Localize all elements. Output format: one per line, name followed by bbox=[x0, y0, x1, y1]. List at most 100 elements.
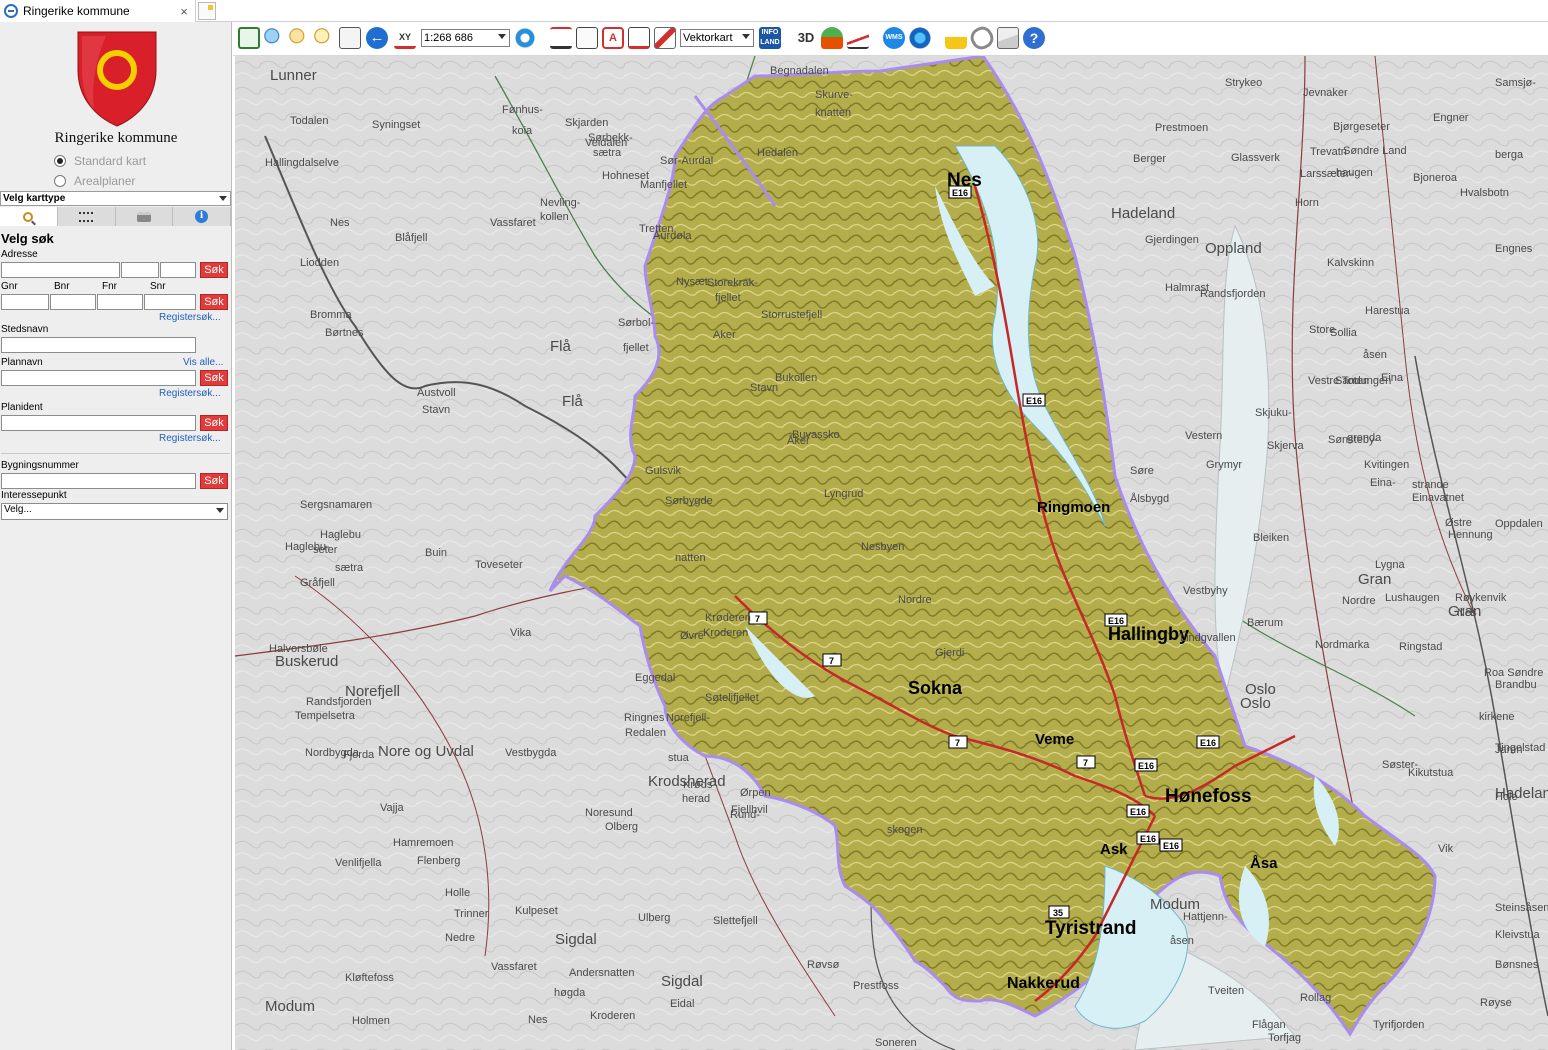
plan-search-button[interactable]: Søk bbox=[200, 370, 228, 386]
map-type-dropdown[interactable]: Vektorkart bbox=[680, 29, 754, 47]
mail-icon[interactable] bbox=[997, 27, 1019, 49]
map-place-label: Brandbu bbox=[1495, 679, 1537, 691]
map-place-label: Tempelsetra bbox=[295, 710, 356, 722]
map-place-label: Sigdal bbox=[661, 973, 703, 990]
map-place-label: Stavn bbox=[750, 382, 778, 394]
show-all-link[interactable]: Vis alle... bbox=[183, 357, 223, 368]
tab-info[interactable]: i bbox=[173, 207, 231, 226]
register-search-link[interactable]: Registersøk... bbox=[159, 433, 221, 444]
property-search-button[interactable]: Søk bbox=[200, 294, 228, 310]
radio-button[interactable] bbox=[54, 175, 66, 187]
radio-button-selected[interactable] bbox=[54, 155, 66, 167]
tab-print[interactable] bbox=[115, 207, 174, 226]
snr-input[interactable] bbox=[144, 294, 196, 310]
register-search-link[interactable]: Registersøk... bbox=[159, 388, 221, 399]
map-place-label: Hohneset bbox=[602, 170, 649, 182]
tool-tabs: i bbox=[0, 207, 231, 226]
left-panel: Ringerike kommune Standard kart Arealpla… bbox=[0, 22, 232, 1050]
refresh-icon[interactable] bbox=[514, 27, 536, 49]
select-area-icon[interactable] bbox=[339, 27, 361, 49]
planident-search-button[interactable]: Søk bbox=[200, 415, 228, 431]
map-place-label: Krøds- bbox=[683, 779, 716, 791]
map-place-label: herad bbox=[682, 793, 710, 805]
zoom-search-icon[interactable] bbox=[313, 27, 335, 49]
scale-select[interactable]: 1:268 686 bbox=[421, 29, 510, 47]
gnr-label: Gnr bbox=[1, 281, 18, 292]
bnr-input[interactable] bbox=[50, 294, 96, 310]
map-place-label: Sørbol- bbox=[618, 317, 654, 329]
3d-icon[interactable]: 3D bbox=[795, 27, 817, 49]
plan-name-input[interactable] bbox=[1, 370, 196, 386]
map-place-label: Hønefoss bbox=[1165, 786, 1252, 807]
new-tab-icon[interactable] bbox=[198, 2, 216, 20]
map-place-label: Eidal bbox=[670, 998, 694, 1010]
plan-ident-input[interactable] bbox=[1, 415, 196, 431]
map-place-label: Nordre bbox=[1342, 595, 1376, 607]
map-place-label: Storrustefjell bbox=[761, 309, 822, 321]
road-shield-e16: E16 bbox=[1138, 761, 1154, 771]
map-place-label: Randsfjorden bbox=[1200, 288, 1265, 300]
info-land-icon[interactable]: INFO LAND bbox=[759, 27, 781, 49]
register-search-link[interactable]: Registersøk... bbox=[159, 312, 221, 323]
address-number-input[interactable] bbox=[121, 262, 159, 278]
zoom-in-icon[interactable] bbox=[263, 27, 285, 49]
map-place-label: Rund- bbox=[730, 809, 760, 821]
map-place-label: Trinner bbox=[454, 908, 489, 920]
zoom-out-icon[interactable] bbox=[288, 27, 310, 49]
map-place-label: Vestbygda bbox=[505, 747, 557, 759]
link-icon[interactable] bbox=[966, 22, 998, 54]
map-place-label: Bromma bbox=[310, 309, 352, 321]
radio-area-plans[interactable]: Arealplaner bbox=[54, 174, 135, 188]
property-icon[interactable] bbox=[628, 27, 650, 49]
map-place-label: Nordre bbox=[898, 594, 932, 606]
address-letter-input[interactable] bbox=[160, 262, 196, 278]
map-place-label: Kleivstua bbox=[1495, 929, 1541, 941]
map-place-label: Jaren bbox=[1495, 744, 1523, 756]
profile-icon[interactable] bbox=[847, 27, 869, 49]
map-place-label: Krøderen bbox=[705, 612, 751, 624]
gnr-input[interactable] bbox=[1, 294, 49, 310]
place-name-input[interactable] bbox=[1, 337, 196, 353]
zoom-extent-icon[interactable] bbox=[238, 27, 260, 49]
tab-close-icon[interactable]: × bbox=[177, 4, 191, 19]
tab-search[interactable] bbox=[0, 207, 58, 226]
coordinate-icon[interactable]: XY bbox=[394, 27, 416, 49]
fnr-input[interactable] bbox=[97, 294, 143, 310]
map-place-label: Soneren bbox=[875, 1037, 917, 1049]
address-street-input[interactable] bbox=[1, 262, 120, 278]
globe-icon[interactable] bbox=[909, 27, 931, 49]
map-place-label: Nore og Uvdal bbox=[378, 743, 474, 760]
map-place-label: berga bbox=[1495, 149, 1524, 161]
map-place-label: kirkene bbox=[1479, 711, 1514, 723]
buildings-icon[interactable] bbox=[576, 27, 598, 49]
back-icon[interactable]: ← bbox=[366, 27, 388, 49]
draw-icon[interactable] bbox=[654, 27, 676, 49]
lock-icon[interactable] bbox=[945, 27, 967, 49]
road-shield-e16: E16 bbox=[1163, 841, 1179, 851]
map-place-label: natten bbox=[675, 552, 706, 564]
plan-name-label: Plannavn bbox=[1, 357, 43, 368]
browser-tab[interactable]: Ringerike kommune × bbox=[0, 0, 196, 22]
map-place-label: Vassfaret bbox=[491, 961, 537, 973]
map-type-select[interactable]: Velg karttype bbox=[0, 191, 231, 206]
map-place-label: Gran bbox=[1358, 571, 1391, 588]
address-icon[interactable]: A bbox=[602, 27, 624, 49]
poi-icon[interactable] bbox=[821, 27, 843, 49]
map-place-label: Austvoll bbox=[417, 387, 456, 399]
address-search-button[interactable]: Søk bbox=[200, 262, 228, 278]
building-number-input[interactable] bbox=[1, 473, 196, 489]
map-place-label: Gråfjell bbox=[300, 577, 335, 589]
tab-layers[interactable] bbox=[57, 207, 116, 226]
map-place-label: Buin bbox=[425, 547, 447, 559]
map-place-label: Hallingdalselve bbox=[265, 157, 339, 169]
building-search-button[interactable]: Søk bbox=[200, 473, 228, 489]
map-canvas[interactable]: Nes Ringmoen Hallingby Sokna Veme Hønefo… bbox=[235, 56, 1548, 1050]
poi-select[interactable]: Velg... bbox=[1, 503, 228, 520]
wms-icon[interactable]: WMS bbox=[883, 27, 905, 49]
map-view[interactable]: Nes Ringmoen Hallingby Sokna Veme Hønefo… bbox=[235, 56, 1548, 1050]
map-place-label: Lygna bbox=[1375, 559, 1405, 571]
radio-standard-map[interactable]: Standard kart bbox=[54, 154, 146, 168]
help-icon[interactable]: ? bbox=[1023, 27, 1045, 49]
bnr-label: Bnr bbox=[54, 281, 70, 292]
measure-icon[interactable] bbox=[550, 27, 572, 49]
